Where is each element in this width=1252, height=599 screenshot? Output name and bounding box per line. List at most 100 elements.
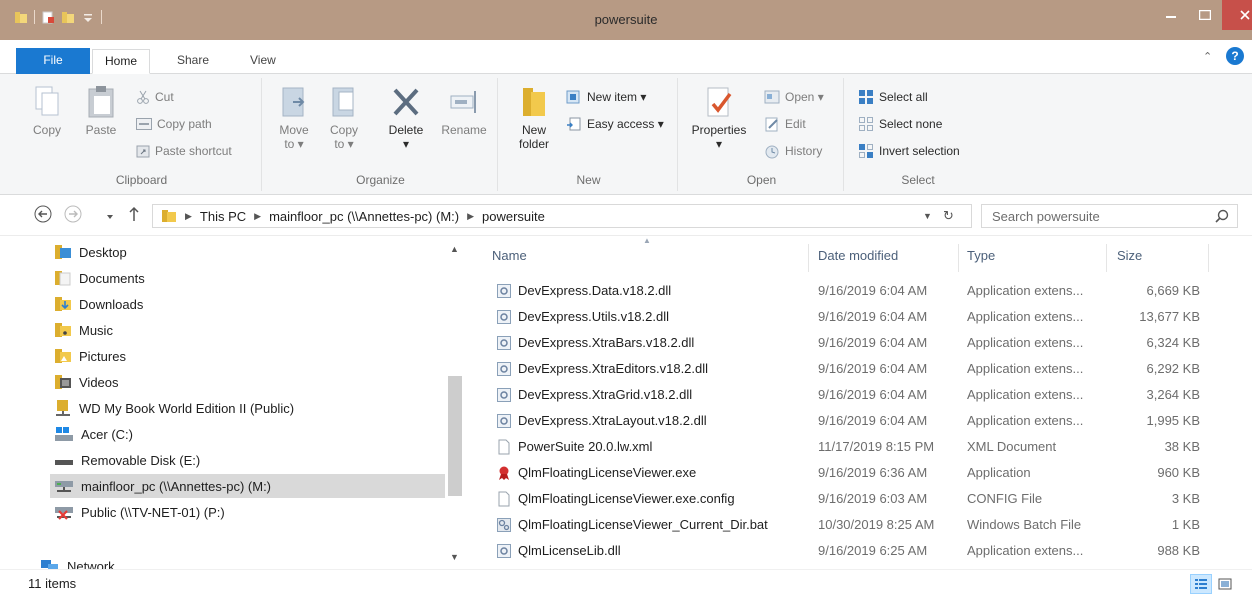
- nav-item-desktop[interactable]: Desktop: [54, 240, 127, 264]
- nav-item-music[interactable]: Music: [54, 318, 113, 342]
- breadcrumb-separator[interactable]: ▶: [183, 211, 194, 222]
- scroll-up-icon[interactable]: ▲: [450, 244, 459, 254]
- column-header-size[interactable]: Size: [1117, 248, 1142, 263]
- breadcrumb-mainfloor-pc[interactable]: mainfloor_pc (\\Annettes-pc) (M:): [263, 209, 465, 224]
- column-header-date-modified[interactable]: Date modified: [818, 248, 898, 263]
- column-divider[interactable]: [808, 244, 809, 272]
- file-row[interactable]: QlmFloatingLicenseViewer.exe 9/16/2019 6…: [492, 460, 1210, 486]
- column-header-name[interactable]: Name: [492, 248, 527, 263]
- rename-button[interactable]: Rename: [438, 84, 490, 137]
- file-row[interactable]: DevExpress.XtraLayout.v18.2.dll 9/16/201…: [492, 408, 1210, 434]
- file-row[interactable]: QlmFloatingLicenseViewer_Current_Dir.bat…: [492, 512, 1210, 538]
- tab-view[interactable]: View: [238, 49, 288, 74]
- search-box[interactable]: Search powersuite: [981, 204, 1238, 228]
- minimize-ribbon-icon[interactable]: ⌃: [1203, 50, 1212, 63]
- nav-item-removable-disk[interactable]: Removable Disk (E:): [54, 448, 200, 472]
- nav-item-videos[interactable]: Videos: [54, 370, 119, 394]
- dll-icon: [497, 310, 511, 324]
- nav-item-documents[interactable]: Documents: [54, 266, 145, 290]
- file-date: 9/16/2019 6:04 AM: [818, 387, 928, 402]
- move-to-button[interactable]: Move to ▾: [274, 84, 314, 151]
- paste-shortcut-button[interactable]: Paste shortcut: [136, 140, 232, 162]
- maximize-button[interactable]: [1188, 0, 1222, 30]
- file-type: XML Document: [967, 439, 1057, 454]
- videos-folder-icon: [55, 375, 71, 389]
- nav-item-wd-my-book[interactable]: WD My Book World Edition II (Public): [54, 396, 294, 420]
- breadcrumb-separator[interactable]: ▶: [252, 211, 263, 222]
- nav-item-downloads[interactable]: Downloads: [54, 292, 143, 316]
- breadcrumb-powersuite[interactable]: powersuite: [476, 209, 551, 224]
- recent-locations-button[interactable]: [106, 208, 114, 224]
- file-row[interactable]: DevExpress.XtraBars.v18.2.dll 9/16/2019 …: [492, 330, 1210, 356]
- nav-item-acer-c[interactable]: Acer (C:): [54, 422, 133, 446]
- paste-button[interactable]: Paste: [80, 84, 122, 137]
- column-divider[interactable]: [1208, 244, 1209, 272]
- new-folder-icon: [523, 88, 545, 116]
- invert-selection-button[interactable]: Invert selection: [858, 140, 960, 162]
- tab-file[interactable]: File: [16, 48, 90, 74]
- select-none-button[interactable]: Select none: [858, 113, 942, 135]
- cut-label: Cut: [155, 90, 174, 104]
- search-icon[interactable]: [1215, 209, 1229, 223]
- scrollbar-thumb[interactable]: [448, 376, 462, 496]
- file-row[interactable]: QlmLicenseLib.dll 9/16/2019 6:25 AM Appl…: [492, 538, 1210, 564]
- file-row[interactable]: DevExpress.XtraEditors.v18.2.dll 9/16/20…: [492, 356, 1210, 382]
- back-button[interactable]: [34, 205, 52, 226]
- history-button[interactable]: History: [764, 140, 822, 162]
- invert-selection-icon: [859, 144, 873, 158]
- address-row: ▶ This PC ▶ mainfloor_pc (\\Annettes-pc)…: [0, 196, 1252, 236]
- network-icon: [41, 560, 58, 569]
- navigation-pane-scrollbar[interactable]: ▲ ▼: [446, 236, 464, 569]
- file-row[interactable]: DevExpress.XtraGrid.v18.2.dll 9/16/2019 …: [492, 382, 1210, 408]
- large-icons-view-button[interactable]: [1214, 574, 1236, 594]
- select-all-button[interactable]: Select all: [858, 86, 928, 108]
- nav-item-mainfloor-pc[interactable]: mainfloor_pc (\\Annettes-pc) (M:): [50, 474, 445, 498]
- dll-icon: [497, 284, 511, 298]
- file-name: DevExpress.XtraEditors.v18.2.dll: [518, 361, 709, 376]
- file-row[interactable]: PowerSuite 20.0.lw.xml 11/17/2019 8:15 P…: [492, 434, 1210, 460]
- refresh-icon[interactable]: ↻: [943, 208, 954, 224]
- address-history-icon[interactable]: ▼: [923, 211, 932, 221]
- copy-button[interactable]: Copy: [32, 84, 62, 137]
- column-divider[interactable]: [1106, 244, 1107, 272]
- scroll-down-icon[interactable]: ▼: [450, 552, 459, 562]
- help-icon[interactable]: ?: [1226, 47, 1244, 65]
- delete-button[interactable]: Delete ▾: [382, 84, 430, 151]
- address-bar[interactable]: ▶ This PC ▶ mainfloor_pc (\\Annettes-pc)…: [152, 204, 972, 228]
- column-divider[interactable]: [958, 244, 959, 272]
- breadcrumb-separator[interactable]: ▶: [465, 211, 476, 222]
- edit-button[interactable]: Edit: [764, 113, 806, 135]
- nav-item-label: WD My Book World Edition II (Public): [79, 400, 295, 416]
- nav-item-label: Removable Disk (E:): [81, 452, 201, 468]
- forward-button[interactable]: [64, 205, 82, 226]
- file-row[interactable]: DevExpress.Data.v18.2.dll 9/16/2019 6:04…: [492, 278, 1210, 304]
- copy-icon: [35, 86, 59, 116]
- properties-button[interactable]: Properties ▾: [686, 84, 752, 151]
- new-item-button[interactable]: New item ▾: [566, 86, 646, 108]
- file-type: Windows Batch File: [967, 517, 1082, 532]
- new-folder-button[interactable]: New folder: [514, 84, 554, 151]
- details-view-button[interactable]: [1190, 574, 1212, 594]
- up-button[interactable]: [128, 206, 140, 225]
- nav-item-pictures[interactable]: Pictures: [54, 344, 126, 368]
- file-row[interactable]: QlmFloatingLicenseViewer.exe.config 9/16…: [492, 486, 1210, 512]
- tab-home[interactable]: Home: [92, 49, 151, 74]
- status-bar: 11 items: [0, 569, 1252, 599]
- copy-to-button[interactable]: Copy to ▾: [324, 84, 364, 151]
- file-row[interactable]: DevExpress.Utils.v18.2.dll 9/16/2019 6:0…: [492, 304, 1210, 330]
- tab-share[interactable]: Share: [165, 49, 221, 74]
- file-name: QlmFloatingLicenseViewer.exe: [518, 465, 697, 480]
- minimize-button[interactable]: [1154, 0, 1188, 30]
- file-date: 9/16/2019 6:25 AM: [818, 543, 928, 558]
- copy-path-button[interactable]: Copy path: [136, 113, 212, 135]
- file-name: DevExpress.XtraBars.v18.2.dll: [518, 335, 695, 350]
- easy-access-button[interactable]: Easy access ▾: [566, 113, 664, 135]
- search-input[interactable]: Search powersuite: [992, 209, 1100, 224]
- close-button[interactable]: [1222, 0, 1252, 30]
- nav-item-network[interactable]: Network: [40, 554, 115, 569]
- nav-item-public-tv-net[interactable]: Public (\\TV-NET-01) (P:): [54, 500, 225, 524]
- column-header-type[interactable]: Type: [967, 248, 995, 263]
- breadcrumb-this-pc[interactable]: This PC: [194, 209, 252, 224]
- cut-button[interactable]: Cut: [136, 86, 174, 108]
- open-button[interactable]: Open ▾: [764, 86, 824, 108]
